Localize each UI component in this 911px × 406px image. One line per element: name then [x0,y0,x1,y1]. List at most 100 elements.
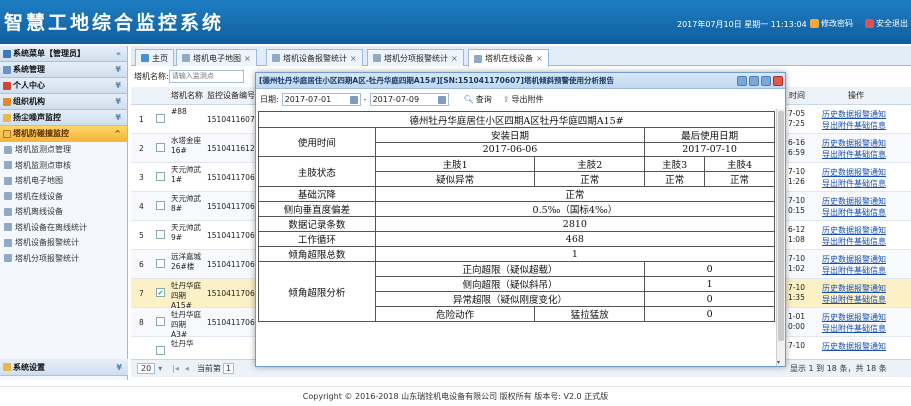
row-checkbox[interactable] [156,172,165,181]
minimize-icon[interactable] [749,76,759,86]
history-data-link[interactable]: 历史数据 [822,341,854,352]
alarm-notice-link[interactable]: 报警通知 [854,312,886,323]
scrollbar-thumb[interactable] [778,111,784,341]
row-checkbox[interactable] [156,346,165,355]
close-icon[interactable] [773,76,783,86]
page-size-select[interactable]: 20 [137,363,156,374]
export-attachment-link[interactable]: 导出附件 [822,149,854,160]
basic-info-link[interactable]: 基础信息 [854,265,886,276]
basic-info-link[interactable]: 基础信息 [854,236,886,247]
sidebar-section-settings[interactable]: 系统设置 ¥ [0,359,128,376]
query-button[interactable]: 🔍︎ 查询 [464,94,492,105]
limb4-status: 正常 [704,171,775,187]
overlimit-total-value: 1 [374,246,776,262]
sidebar-section-org[interactable]: 组织机构 ¥ [0,94,127,110]
sidebar-section-personal[interactable]: 个人中心 ¥ [0,78,127,94]
alarm-notice-link[interactable]: 报警通知 [854,167,886,178]
first-page-icon[interactable]: |◂ [172,364,179,373]
alarm-notice-link[interactable]: 报警通知 [854,196,886,207]
date-to-input[interactable]: 2017-07-09 [369,92,449,106]
row-checkbox[interactable]: ✔ [156,288,165,297]
change-password-link[interactable]: 修改密码 [810,18,853,29]
export-attachment-link[interactable]: 导出附件 [822,323,854,334]
sidebar-item-map[interactable]: 塔机电子地图 [0,173,127,189]
page-input[interactable]: 1 [222,363,235,374]
history-data-link[interactable]: 历史数据 [822,225,854,236]
tab-item-alarm-stats[interactable]: 塔机分项报警统计 × [367,49,464,66]
table-row[interactable]: 2 水塔金座16# 151041161202 [131,134,257,163]
alarm-notice-link[interactable]: 报警通知 [854,283,886,294]
sidebar-item-online[interactable]: 塔机在线设备 [0,189,127,205]
dialog-scrollbar[interactable]: ▾ [776,109,785,366]
history-data-link[interactable]: 历史数据 [822,196,854,207]
close-icon[interactable]: × [244,54,251,63]
maximize-icon[interactable] [761,76,771,86]
tab-alarm-stats[interactable]: 塔机设备报警统计 × [266,49,363,66]
table-row[interactable]: 7 ✔ 牡丹华庭四期A15# 151041170607 [131,279,257,308]
history-data-link[interactable]: 历史数据 [822,283,854,294]
row-checkbox[interactable] [156,114,165,123]
table-row[interactable]: 8 牡丹华庭四期A3# 151041170603 [131,308,257,337]
logout-link[interactable]: 安全退出 [865,18,908,29]
table-row[interactable]: 6 远洋嘉城26#楼 151041170612 [131,250,257,279]
row-checkbox[interactable] [156,201,165,210]
export-attachment-link[interactable]: 导出附件 [822,178,854,189]
calendar-icon[interactable] [437,95,446,104]
table-row[interactable]: 4 天元帅武8# 151041170605 [131,192,257,221]
scroll-down-icon[interactable]: ▾ [777,359,780,366]
sidebar-section-tower[interactable]: 塔机防碰撞监控 ^ [0,126,127,142]
calendar-icon[interactable] [349,95,358,104]
history-data-link[interactable]: 历史数据 [822,167,854,178]
sidebar-item-monitor-points[interactable]: 塔机监测点管理 [0,142,127,158]
export-button[interactable]: ⇪ 导出附件 [503,94,544,105]
history-data-link[interactable]: 历史数据 [822,312,854,323]
export-attachment-link[interactable]: 导出附件 [822,265,854,276]
basic-info-link[interactable]: 基础信息 [854,207,886,218]
tab-online-devices[interactable]: 塔机在线设备 × [468,49,549,67]
prev-page-icon[interactable]: ◂ [185,364,189,373]
sidebar-item-offline[interactable]: 塔机离线设备 [0,204,127,220]
alarm-notice-link[interactable]: 报警通知 [854,138,886,149]
row-checkbox[interactable] [156,259,165,268]
alarm-notice-link[interactable]: 报警通知 [854,109,886,120]
tab-home[interactable]: 主页 [135,49,174,66]
export-attachment-link[interactable]: 导出附件 [822,236,854,247]
table-row[interactable]: 5 天元帅武9# 151041170615 [131,221,257,250]
sidebar-item-alarm-stats[interactable]: 塔机设备报警统计 [0,235,127,251]
table-row[interactable]: 1 #88 151041160703 [131,105,257,134]
history-data-link[interactable]: 历史数据 [822,138,854,149]
export-attachment-link[interactable]: 导出附件 [822,207,854,218]
export-attachment-link[interactable]: 导出附件 [822,294,854,305]
collapse-icon[interactable] [737,76,747,86]
basic-info-link[interactable]: 基础信息 [854,120,886,131]
table-row[interactable]: 牡丹华 [131,337,257,357]
basic-info-link[interactable]: 基础信息 [854,323,886,334]
close-icon[interactable]: × [451,54,458,63]
sidebar-section-system[interactable]: 系统管理 ¥ [0,62,127,78]
collapse-icon[interactable]: « [116,49,121,58]
alarm-notice-link[interactable]: 报警通知 [854,254,886,265]
date-from-input[interactable]: 2017-07-01 [281,92,361,106]
sidebar-item-online-stats[interactable]: 塔机设备在离线统计 [0,220,127,236]
alarm-notice-link[interactable]: 报警通知 [854,225,886,236]
sidebar-item-item-alarm-stats[interactable]: 塔机分项报警统计 [0,251,127,267]
history-data-link[interactable]: 历史数据 [822,109,854,120]
row-checkbox[interactable] [156,317,165,326]
tab-map[interactable]: 塔机电子地图 × [176,49,257,66]
sidebar-section-dust[interactable]: 扬尘噪声监控 ¥ [0,110,127,126]
history-data-link[interactable]: 历史数据 [822,254,854,265]
export-attachment-link[interactable]: 导出附件 [822,120,854,131]
close-icon[interactable]: × [350,54,357,63]
report-label: 基础沉降 [258,186,376,202]
basic-info-link[interactable]: 基础信息 [854,178,886,189]
basic-info-link[interactable]: 基础信息 [854,294,886,305]
row-checkbox[interactable] [156,230,165,239]
device-number-cell: 151041170603 [207,318,257,327]
sidebar-item-point-review[interactable]: 塔机监测点审核 [0,158,127,174]
table-row[interactable]: 3 天元帅武1# 151041170613 [131,163,257,192]
close-icon[interactable]: × [536,54,543,63]
search-input[interactable] [168,69,244,83]
basic-info-link[interactable]: 基础信息 [854,149,886,160]
row-checkbox[interactable] [156,143,165,152]
alarm-notice-link[interactable]: 报警通知 [854,341,886,352]
